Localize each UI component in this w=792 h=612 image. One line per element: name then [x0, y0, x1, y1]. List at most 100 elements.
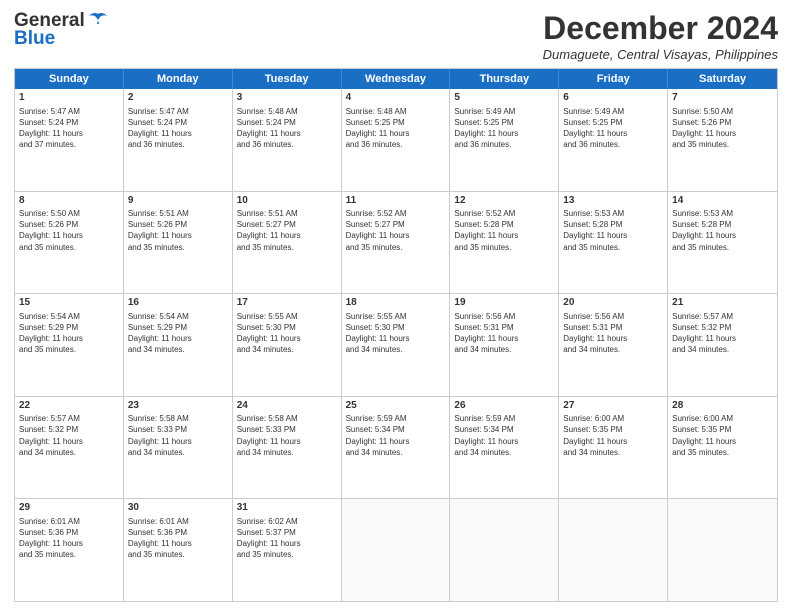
- calendar-body: 1Sunrise: 5:47 AMSunset: 5:24 PMDaylight…: [15, 89, 777, 601]
- cell-text-line: Daylight: 11 hours: [19, 128, 119, 139]
- week-row-4: 22Sunrise: 5:57 AMSunset: 5:32 PMDayligh…: [15, 397, 777, 500]
- cell-text-line: and 35 minutes.: [19, 549, 119, 560]
- calendar-cell: 22Sunrise: 5:57 AMSunset: 5:32 PMDayligh…: [15, 397, 124, 499]
- calendar-header: Sunday Monday Tuesday Wednesday Thursday…: [15, 69, 777, 89]
- calendar-cell: 2Sunrise: 5:47 AMSunset: 5:24 PMDaylight…: [124, 89, 233, 191]
- cell-text-line: Sunset: 5:35 PM: [563, 424, 663, 435]
- cell-text-line: Sunset: 5:36 PM: [19, 527, 119, 538]
- cell-text-line: Daylight: 11 hours: [563, 436, 663, 447]
- cell-text-line: Sunrise: 5:49 AM: [563, 106, 663, 117]
- calendar-cell: 23Sunrise: 5:58 AMSunset: 5:33 PMDayligh…: [124, 397, 233, 499]
- calendar-cell: 10Sunrise: 5:51 AMSunset: 5:27 PMDayligh…: [233, 192, 342, 294]
- day-number: 6: [563, 91, 663, 105]
- cell-text-line: Daylight: 11 hours: [672, 436, 773, 447]
- calendar-cell: 7Sunrise: 5:50 AMSunset: 5:26 PMDaylight…: [668, 89, 777, 191]
- cell-text-line: Sunrise: 5:53 AM: [563, 208, 663, 219]
- cell-text-line: Daylight: 11 hours: [19, 538, 119, 549]
- cell-text-line: and 35 minutes.: [563, 242, 663, 253]
- cell-text-line: Sunrise: 5:59 AM: [454, 413, 554, 424]
- header-sunday: Sunday: [15, 69, 124, 89]
- cell-text-line: and 35 minutes.: [128, 549, 228, 560]
- cell-text-line: Daylight: 11 hours: [454, 128, 554, 139]
- cell-text-line: and 35 minutes.: [237, 549, 337, 560]
- cell-text-line: and 34 minutes.: [346, 447, 446, 458]
- cell-text-line: Sunset: 5:25 PM: [454, 117, 554, 128]
- cell-text-line: Daylight: 11 hours: [346, 230, 446, 241]
- cell-text-line: Sunset: 5:24 PM: [237, 117, 337, 128]
- cell-text-line: Sunset: 5:32 PM: [19, 424, 119, 435]
- week-row-3: 15Sunrise: 5:54 AMSunset: 5:29 PMDayligh…: [15, 294, 777, 397]
- calendar-cell: 19Sunrise: 5:56 AMSunset: 5:31 PMDayligh…: [450, 294, 559, 396]
- cell-text-line: and 34 minutes.: [454, 447, 554, 458]
- cell-text-line: Sunset: 5:36 PM: [128, 527, 228, 538]
- header-wednesday: Wednesday: [342, 69, 451, 89]
- day-number: 10: [237, 194, 337, 208]
- calendar-cell: 28Sunrise: 6:00 AMSunset: 5:35 PMDayligh…: [668, 397, 777, 499]
- header-thursday: Thursday: [450, 69, 559, 89]
- calendar-cell: 8Sunrise: 5:50 AMSunset: 5:26 PMDaylight…: [15, 192, 124, 294]
- cell-text-line: Sunrise: 5:57 AM: [672, 311, 773, 322]
- cell-text-line: and 35 minutes.: [19, 242, 119, 253]
- cell-text-line: Daylight: 11 hours: [237, 230, 337, 241]
- cell-text-line: Sunrise: 5:48 AM: [237, 106, 337, 117]
- cell-text-line: and 35 minutes.: [128, 242, 228, 253]
- cell-text-line: Daylight: 11 hours: [19, 436, 119, 447]
- calendar-cell: 27Sunrise: 6:00 AMSunset: 5:35 PMDayligh…: [559, 397, 668, 499]
- day-number: 15: [19, 296, 119, 310]
- cell-text-line: and 34 minutes.: [346, 344, 446, 355]
- day-number: 24: [237, 399, 337, 413]
- cell-text-line: Sunset: 5:26 PM: [19, 219, 119, 230]
- calendar: Sunday Monday Tuesday Wednesday Thursday…: [14, 68, 778, 602]
- week-row-5: 29Sunrise: 6:01 AMSunset: 5:36 PMDayligh…: [15, 499, 777, 601]
- cell-text-line: Sunset: 5:32 PM: [672, 322, 773, 333]
- week-row-1: 1Sunrise: 5:47 AMSunset: 5:24 PMDaylight…: [15, 89, 777, 192]
- day-number: 5: [454, 91, 554, 105]
- calendar-cell: 5Sunrise: 5:49 AMSunset: 5:25 PMDaylight…: [450, 89, 559, 191]
- cell-text-line: and 34 minutes.: [672, 344, 773, 355]
- day-number: 12: [454, 194, 554, 208]
- cell-text-line: and 34 minutes.: [19, 447, 119, 458]
- cell-text-line: and 34 minutes.: [128, 344, 228, 355]
- cell-text-line: Daylight: 11 hours: [237, 128, 337, 139]
- logo: General Blue: [14, 10, 109, 50]
- cell-text-line: and 36 minutes.: [454, 139, 554, 150]
- calendar-cell: 9Sunrise: 5:51 AMSunset: 5:26 PMDaylight…: [124, 192, 233, 294]
- cell-text-line: Sunset: 5:28 PM: [454, 219, 554, 230]
- cell-text-line: Daylight: 11 hours: [563, 230, 663, 241]
- cell-text-line: Daylight: 11 hours: [346, 128, 446, 139]
- calendar-cell: 20Sunrise: 5:56 AMSunset: 5:31 PMDayligh…: [559, 294, 668, 396]
- month-title: December 2024: [543, 10, 778, 47]
- cell-text-line: Sunrise: 6:01 AM: [19, 516, 119, 527]
- cell-text-line: Sunrise: 5:56 AM: [454, 311, 554, 322]
- cell-text-line: Sunset: 5:25 PM: [563, 117, 663, 128]
- calendar-cell: 30Sunrise: 6:01 AMSunset: 5:36 PMDayligh…: [124, 499, 233, 601]
- calendar-cell: 18Sunrise: 5:55 AMSunset: 5:30 PMDayligh…: [342, 294, 451, 396]
- cell-text-line: Daylight: 11 hours: [128, 128, 228, 139]
- cell-text-line: Sunset: 5:25 PM: [346, 117, 446, 128]
- cell-text-line: and 34 minutes.: [128, 447, 228, 458]
- calendar-cell: 16Sunrise: 5:54 AMSunset: 5:29 PMDayligh…: [124, 294, 233, 396]
- calendar-cell: 25Sunrise: 5:59 AMSunset: 5:34 PMDayligh…: [342, 397, 451, 499]
- day-number: 29: [19, 501, 119, 515]
- cell-text-line: Daylight: 11 hours: [128, 230, 228, 241]
- cell-text-line: Sunset: 5:26 PM: [128, 219, 228, 230]
- header-friday: Friday: [559, 69, 668, 89]
- cell-text-line: Daylight: 11 hours: [19, 230, 119, 241]
- cell-text-line: and 36 minutes.: [563, 139, 663, 150]
- day-number: 23: [128, 399, 228, 413]
- cell-text-line: Sunset: 5:27 PM: [346, 219, 446, 230]
- cell-text-line: Sunset: 5:30 PM: [346, 322, 446, 333]
- cell-text-line: and 35 minutes.: [672, 242, 773, 253]
- cell-text-line: Daylight: 11 hours: [128, 333, 228, 344]
- calendar-cell: 21Sunrise: 5:57 AMSunset: 5:32 PMDayligh…: [668, 294, 777, 396]
- cell-text-line: Sunset: 5:33 PM: [128, 424, 228, 435]
- week-row-2: 8Sunrise: 5:50 AMSunset: 5:26 PMDaylight…: [15, 192, 777, 295]
- calendar-cell: 29Sunrise: 6:01 AMSunset: 5:36 PMDayligh…: [15, 499, 124, 601]
- calendar-cell: 1Sunrise: 5:47 AMSunset: 5:24 PMDaylight…: [15, 89, 124, 191]
- cell-text-line: and 36 minutes.: [128, 139, 228, 150]
- cell-text-line: Sunrise: 6:02 AM: [237, 516, 337, 527]
- title-block: December 2024 Dumaguete, Central Visayas…: [543, 10, 778, 62]
- header-monday: Monday: [124, 69, 233, 89]
- cell-text-line: Daylight: 11 hours: [237, 538, 337, 549]
- day-number: 1: [19, 91, 119, 105]
